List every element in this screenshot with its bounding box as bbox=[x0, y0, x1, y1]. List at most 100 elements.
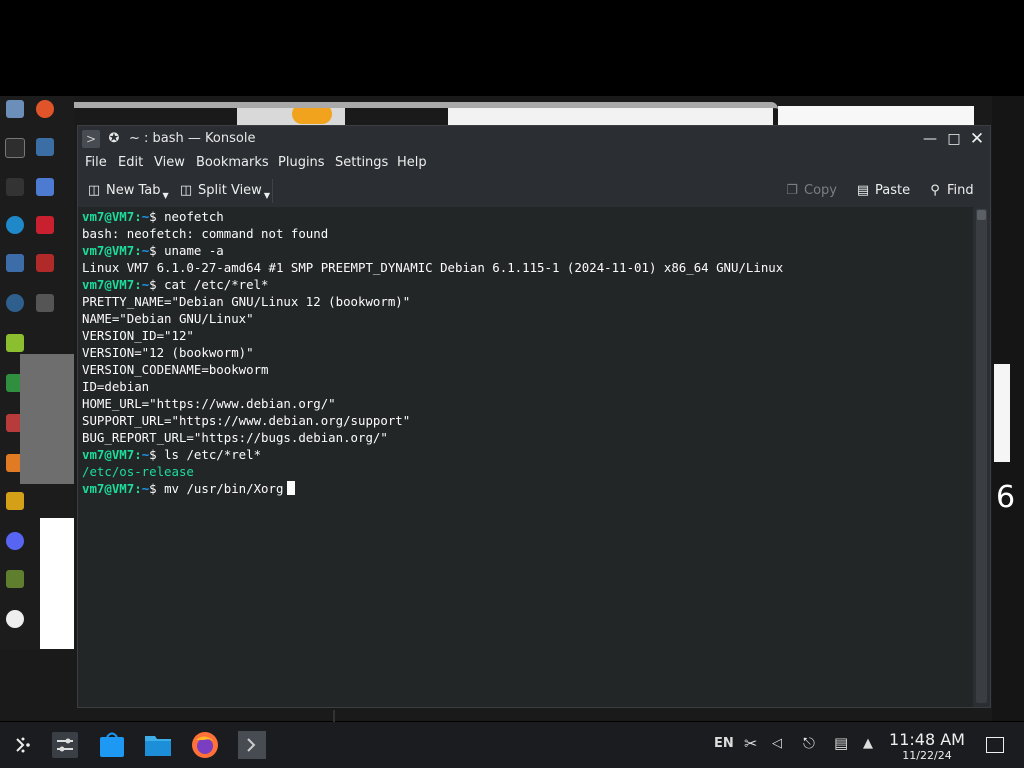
app-icon[interactable] bbox=[30, 254, 60, 274]
app-icon[interactable] bbox=[30, 178, 60, 198]
paste-button[interactable]: ▤ Paste bbox=[856, 181, 910, 201]
terminal-command-line: vm7@VM7:~$ neofetch bbox=[82, 208, 783, 225]
prompt-symbol: $ bbox=[149, 277, 165, 292]
network-icon[interactable]: ▤ bbox=[834, 734, 848, 752]
notification-center-icon[interactable] bbox=[986, 737, 1004, 753]
scrollbar-thumb[interactable] bbox=[977, 210, 986, 220]
edge-icon[interactable] bbox=[0, 216, 30, 236]
recycle-bin-icon[interactable] bbox=[0, 100, 30, 120]
maximize-button[interactable]: □ bbox=[944, 130, 964, 148]
prompt-user: vm7@VM7: bbox=[82, 277, 142, 292]
split-view-button[interactable]: ◫ Split View ▼ bbox=[179, 181, 270, 201]
menu-plugins[interactable]: Plugins bbox=[278, 155, 325, 170]
prompt-user: vm7@VM7: bbox=[82, 209, 142, 224]
usb-icon[interactable]: ⎋ bbox=[803, 734, 815, 752]
terminal-output-line: Linux VM7 6.1.0-27-amd64 #1 SMP PREEMPT_… bbox=[82, 260, 784, 275]
paste-label: Paste bbox=[875, 183, 911, 198]
remote-desktop-right-edge: 6 bbox=[992, 96, 1024, 721]
paste-icon: ▤ bbox=[856, 183, 870, 198]
pin-icon[interactable]: ✪ bbox=[106, 131, 122, 147]
discord-icon[interactable] bbox=[0, 532, 30, 552]
terminal-command-line: vm7@VM7:~$ cat /etc/*rel* bbox=[82, 276, 783, 293]
terminal-command-line: vm7@VM7:~$ uname -a bbox=[82, 242, 783, 259]
prompt-symbol: $ bbox=[149, 447, 165, 462]
split-view-label: Split View bbox=[198, 183, 262, 198]
new-tab-icon: ◫ bbox=[87, 183, 101, 198]
volume-icon[interactable]: ◁ bbox=[772, 736, 782, 751]
new-tab-label: New Tab bbox=[106, 183, 161, 198]
app-icon[interactable] bbox=[0, 570, 30, 590]
terminal-icon[interactable]: > bbox=[82, 130, 100, 148]
background-window-fragment bbox=[994, 364, 1010, 462]
clock-time: 11:48 AM bbox=[889, 730, 965, 749]
terminal-output-line: NAME="Debian GNU/Linux" bbox=[82, 311, 254, 326]
terminal-area[interactable]: vm7@VM7:~$ neofetch bash: neofetch: comma… bbox=[78, 207, 972, 707]
app-icon[interactable] bbox=[30, 216, 60, 236]
terminal-icon[interactable] bbox=[237, 730, 267, 760]
virtualbox-icon[interactable] bbox=[0, 254, 30, 274]
menu-settings[interactable]: Settings bbox=[335, 155, 388, 170]
prompt-user: vm7@VM7: bbox=[82, 243, 142, 258]
firefox-icon[interactable] bbox=[190, 730, 220, 760]
prompt-symbol: $ bbox=[149, 243, 165, 258]
file-path: /etc/os-release bbox=[82, 464, 194, 479]
background-scribble-fragment: 6 bbox=[996, 480, 1016, 515]
logitech-icon[interactable] bbox=[0, 178, 30, 198]
command-text: cat /etc/*rel* bbox=[164, 277, 269, 292]
desktop-icons-column bbox=[0, 96, 74, 649]
terminal-output-line: VERSION_ID="12" bbox=[82, 328, 194, 343]
menu-edit[interactable]: Edit bbox=[118, 155, 143, 170]
menu-help[interactable]: Help bbox=[397, 155, 427, 170]
minimize-button[interactable]: — bbox=[920, 130, 940, 148]
prompt-user: vm7@VM7: bbox=[82, 481, 142, 496]
terminal-output-line: HOME_URL="https://www.debian.org/" bbox=[82, 396, 336, 411]
store-icon[interactable] bbox=[97, 730, 127, 760]
tray-expand-icon[interactable]: ▲ bbox=[863, 736, 873, 751]
terminal-scrollbar[interactable] bbox=[973, 207, 990, 707]
command-text: mv /usr/bin/Xorg bbox=[164, 481, 284, 496]
app-icon[interactable] bbox=[30, 100, 60, 120]
toolbar-separator bbox=[272, 179, 273, 203]
terminal-output-line: VERSION_CODENAME=bookworm bbox=[82, 362, 269, 377]
toolbar: ◫ New Tab ▼ ◫ Split View ▼ ❐ Copy ▤ Past… bbox=[78, 175, 990, 208]
clock-date: 11/22/24 bbox=[902, 749, 952, 762]
menu-file[interactable]: File bbox=[85, 155, 107, 170]
epic-games-icon[interactable] bbox=[0, 138, 30, 160]
title-bar[interactable]: > ✪ ~ : bash — Konsole — □ ✕ bbox=[78, 126, 990, 153]
new-tab-button[interactable]: ◫ New Tab ▼ bbox=[87, 181, 169, 201]
background-window-fragment bbox=[40, 518, 74, 649]
copy-button[interactable]: ❐ Copy bbox=[785, 181, 837, 201]
app-icon[interactable] bbox=[30, 294, 60, 314]
command-text: uname -a bbox=[164, 243, 224, 258]
bluestacks-icon[interactable] bbox=[0, 334, 30, 354]
terminal-output: vm7@VM7:~$ neofetch bash: neofetch: comma… bbox=[82, 208, 783, 497]
ubisoft-connect-icon[interactable] bbox=[0, 610, 30, 630]
launcher-icon[interactable] bbox=[8, 730, 38, 760]
close-button[interactable]: ✕ bbox=[967, 130, 987, 148]
scrollbar-track[interactable] bbox=[976, 209, 987, 703]
settings-icon[interactable] bbox=[50, 730, 80, 760]
taskbar: EN ✂ ◁ ⎋ ▤ ▲ 11:48 AM 11/22/24 bbox=[0, 710, 1024, 768]
app-icon[interactable] bbox=[30, 138, 60, 158]
background-window-fragment bbox=[778, 106, 974, 126]
find-button[interactable]: ⚲ Find bbox=[928, 181, 973, 201]
menu-bookmarks[interactable]: Bookmarks bbox=[196, 155, 269, 170]
dropdown-arrow-icon: ▼ bbox=[162, 191, 169, 200]
app-icon[interactable] bbox=[0, 492, 30, 512]
scissors-icon[interactable]: ✂ bbox=[744, 734, 757, 753]
window-title: ~ : bash — Konsole bbox=[129, 131, 256, 146]
terminal-command-line: vm7@VM7:~$ ls /etc/*rel* bbox=[82, 446, 783, 463]
konsole-window: > ✪ ~ : bash — Konsole — □ ✕ File Edit V… bbox=[77, 125, 991, 708]
terminal-output-line: VERSION="12 (bookworm)" bbox=[82, 345, 254, 360]
language-indicator[interactable]: EN bbox=[714, 736, 734, 751]
terminal-output-line: BUG_REPORT_URL="https://bugs.debian.org/… bbox=[82, 430, 388, 445]
copy-icon: ❐ bbox=[786, 183, 798, 198]
steam-icon[interactable] bbox=[0, 294, 30, 314]
text-cursor bbox=[287, 481, 296, 495]
terminal-output-line: /etc/os-release bbox=[82, 463, 783, 480]
command-text: ls /etc/*rel* bbox=[164, 447, 262, 462]
clock[interactable]: 11:48 AM 11/22/24 bbox=[882, 730, 972, 763]
background-image-fragment bbox=[20, 354, 74, 484]
files-icon[interactable] bbox=[143, 730, 173, 760]
menu-view[interactable]: View bbox=[154, 155, 185, 170]
